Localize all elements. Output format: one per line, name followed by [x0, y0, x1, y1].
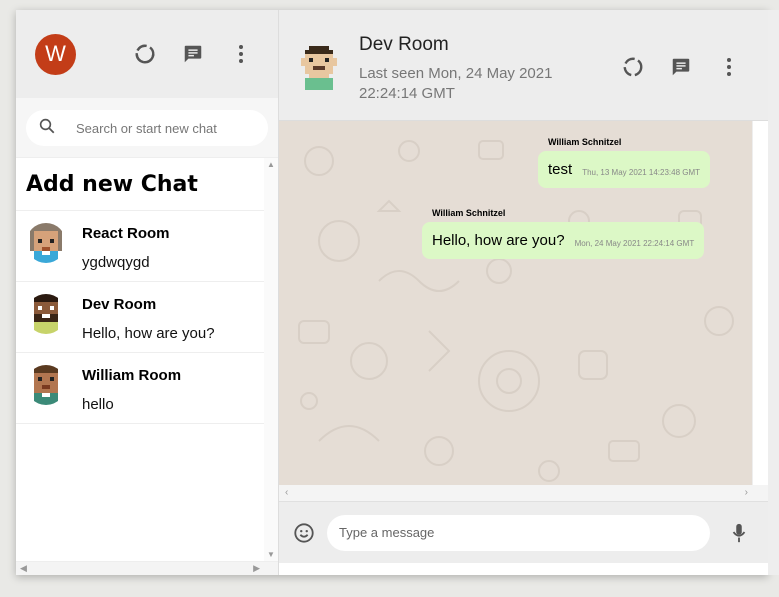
message-area: William Schnitzel test Thu, 13 May 2021 … [279, 121, 768, 501]
scroll-left-icon[interactable]: ‹ [285, 487, 288, 498]
chat-last-message: hello [82, 396, 114, 413]
message-timestamp: Mon, 24 May 2021 22:24:14 GMT [574, 239, 695, 248]
search-container [16, 98, 278, 158]
menu-dots-icon[interactable] [228, 41, 254, 67]
message-hscrollbar[interactable]: ‹ › [279, 485, 768, 501]
message-bubble: William Schnitzel Hello, how are you? Mo… [422, 208, 705, 259]
scroll-down-icon[interactable]: ▼ [267, 550, 275, 559]
message-scrollbar[interactable] [752, 121, 768, 485]
chat-item-dev-room[interactable]: Dev Room Hello, how are you? [16, 282, 278, 353]
user-avatar[interactable]: W [35, 33, 76, 75]
room-avatar[interactable] [301, 46, 337, 90]
scroll-right-icon[interactable]: › [745, 487, 748, 498]
sidebar: W Add new Chat [16, 10, 279, 575]
chat-panel: Dev Room Last seen Mon, 24 May 2021 22:2… [279, 10, 768, 575]
chat-name: React Room [82, 225, 170, 242]
message-text: Hello, how are you? [432, 232, 565, 249]
status-icon[interactable] [620, 54, 646, 80]
avatar [26, 223, 66, 263]
search-input[interactable] [76, 120, 236, 136]
status-icon[interactable] [132, 41, 158, 67]
scroll-left-icon[interactable]: ◀ [20, 563, 27, 574]
message-sender: William Schnitzel [548, 137, 622, 147]
chat-item-react-room[interactable]: React Room ygdwqygd [16, 211, 278, 282]
message-input[interactable] [339, 525, 698, 540]
sidebar-header: W [16, 10, 278, 98]
page-scrollbar[interactable] [768, 10, 779, 575]
room-name: Dev Room [359, 34, 449, 55]
message-input-wrapper[interactable] [327, 514, 710, 551]
avatar [26, 294, 66, 334]
add-new-chat-button[interactable]: Add new Chat [16, 158, 278, 211]
search-bar[interactable] [26, 110, 268, 146]
chat-icon[interactable] [668, 54, 694, 80]
chat-item-william-room[interactable]: William Room hello [16, 353, 278, 424]
message-text: test [548, 161, 573, 178]
emoji-icon[interactable] [291, 520, 317, 546]
mic-icon[interactable] [726, 520, 752, 546]
search-icon [38, 117, 56, 140]
message-bubble: William Schnitzel test Thu, 13 May 2021 … [538, 137, 711, 188]
app-window: W Add new Chat [16, 10, 768, 575]
avatar [26, 365, 66, 405]
chat-list: Add new Chat React Room ygdwqygd Dev Roo… [16, 158, 278, 575]
last-seen: Last seen Mon, 24 May 2021 22:24:14 GMT [359, 65, 553, 102]
message-footer [279, 501, 768, 563]
menu-dots-icon[interactable] [716, 54, 742, 80]
chat-header: Dev Room Last seen Mon, 24 May 2021 22:2… [279, 10, 768, 121]
scroll-up-icon[interactable]: ▲ [267, 160, 275, 169]
chat-list-hscrollbar[interactable]: ◀ ▶ [16, 561, 278, 575]
scroll-right-icon[interactable]: ▶ [253, 563, 260, 574]
message-sender: William Schnitzel [432, 208, 506, 218]
chat-list-scrollbar[interactable]: ▲ ▼ [264, 158, 278, 561]
message-timestamp: Thu, 13 May 2021 14:23:48 GMT [582, 168, 701, 177]
chat-last-message: Hello, how are you? [82, 325, 215, 342]
new-chat-icon[interactable] [180, 41, 206, 67]
chat-last-message: ygdwqygd [82, 254, 150, 271]
chat-name: William Room [82, 367, 182, 384]
chat-name: Dev Room [82, 296, 157, 313]
